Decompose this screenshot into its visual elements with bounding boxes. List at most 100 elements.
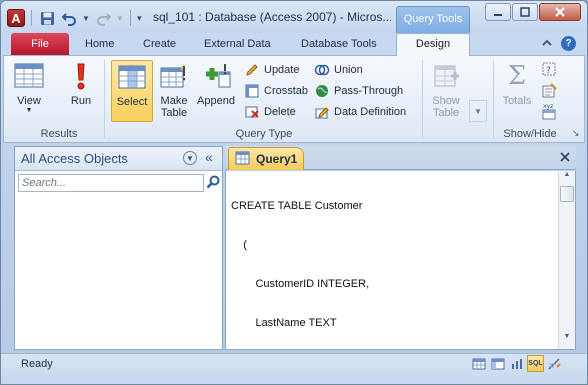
crosstab-icon bbox=[244, 83, 260, 99]
redo-icon[interactable] bbox=[94, 9, 112, 27]
qat-divider bbox=[130, 10, 131, 26]
sigma-icon: Σ bbox=[507, 61, 527, 91]
make-table-label-line1: Make bbox=[160, 95, 188, 107]
tab-create[interactable]: Create bbox=[143, 35, 176, 55]
access-app-icon[interactable]: A bbox=[7, 9, 25, 27]
pass-through-query-button[interactable]: Pass-Through bbox=[314, 82, 403, 100]
union-icon bbox=[314, 62, 330, 78]
query-tools-contextual-header: Query Tools bbox=[396, 6, 470, 33]
sql-editor[interactable]: CREATE TABLE Customer ( CustomerID INTEG… bbox=[225, 171, 576, 369]
make-table-button[interactable]: Make Table bbox=[156, 60, 192, 122]
query-tab-label: Query1 bbox=[256, 152, 298, 166]
union-query-button[interactable]: Union bbox=[314, 61, 363, 79]
datasheet-view-icon bbox=[13, 60, 45, 92]
tab-home[interactable]: Home bbox=[85, 35, 114, 55]
select-query-button[interactable]: Select bbox=[111, 60, 153, 122]
data-definition-icon bbox=[314, 104, 330, 120]
group-divider bbox=[493, 60, 494, 138]
datasheet-view-icon[interactable] bbox=[470, 355, 487, 372]
undo-dropdown-icon[interactable]: ▼ bbox=[82, 14, 90, 23]
make-table-icon bbox=[158, 60, 190, 92]
delete-label: Delete bbox=[264, 106, 296, 118]
delete-query-button[interactable]: Delete bbox=[244, 103, 296, 121]
design-view-icon[interactable] bbox=[546, 355, 563, 372]
property-sheet-button[interactable] bbox=[541, 82, 557, 100]
scroll-up-icon[interactable]: ▲ bbox=[559, 171, 575, 185]
help-icon[interactable]: ? bbox=[561, 36, 576, 51]
totals-label: Totals bbox=[502, 95, 532, 107]
totals-button[interactable]: Σ Totals bbox=[498, 60, 536, 122]
vertical-scrollbar[interactable]: ▲ ▼ bbox=[558, 171, 575, 349]
data-definition-label: Data Definition bbox=[334, 106, 407, 118]
run-button[interactable]: Run bbox=[66, 60, 96, 122]
crosstab-label: Crosstab bbox=[264, 85, 309, 97]
tab-query1[interactable]: Query1 bbox=[228, 147, 304, 170]
pass-through-label: Pass-Through bbox=[334, 85, 404, 97]
customize-qat-icon[interactable]: ▾ bbox=[137, 13, 145, 24]
search-icon[interactable] bbox=[206, 175, 222, 191]
globe-icon bbox=[314, 83, 330, 99]
parameters-button[interactable]: ? bbox=[541, 60, 557, 78]
qat-divider bbox=[31, 10, 32, 26]
svg-text:?: ? bbox=[546, 66, 551, 76]
pivottable-view-icon[interactable] bbox=[489, 355, 506, 372]
show-hide-group-label: Show/Hide bbox=[503, 128, 557, 140]
show-table-icon bbox=[430, 60, 462, 92]
tab-design[interactable]: Design bbox=[396, 33, 470, 56]
pivotchart-view-icon[interactable] bbox=[508, 355, 525, 372]
append-label: Append bbox=[197, 95, 235, 107]
run-icon bbox=[65, 60, 97, 92]
access-window: A ▼ ▼ ▾ sql_101 : Database (Access 2007)… bbox=[0, 0, 588, 385]
dialog-launcher-icon[interactable]: ↘ bbox=[572, 124, 580, 142]
sql-view-button[interactable]: SQL bbox=[527, 355, 544, 372]
table-names-button[interactable]: xyz bbox=[541, 102, 557, 120]
results-group-label: Results bbox=[40, 128, 78, 140]
nav-search-input[interactable] bbox=[18, 174, 204, 192]
query-icon bbox=[235, 151, 251, 168]
minimize-icon[interactable] bbox=[485, 3, 511, 21]
close-document-icon[interactable] bbox=[560, 149, 570, 165]
nav-pane-title[interactable]: All Access Objects bbox=[21, 151, 128, 166]
title-bar: A ▼ ▼ ▾ sql_101 : Database (Access 2007)… bbox=[1, 1, 587, 33]
append-button[interactable]: Append bbox=[194, 60, 238, 122]
property-sheet-icon bbox=[541, 83, 557, 99]
ribbon: View ▼ Run Results Select Make Table App… bbox=[3, 55, 585, 143]
query-setup-more-icon[interactable]: ▼ bbox=[469, 100, 487, 122]
parameters-icon: ? bbox=[541, 61, 557, 77]
undo-icon[interactable] bbox=[60, 9, 78, 27]
close-icon[interactable] bbox=[539, 3, 581, 21]
tab-file[interactable]: File bbox=[11, 33, 69, 55]
window-controls bbox=[485, 3, 581, 21]
table-names-icon: xyz bbox=[541, 103, 557, 120]
chevron-down-icon: ▼ bbox=[25, 107, 33, 114]
show-table-button[interactable]: Show Table bbox=[427, 60, 465, 122]
status-text: Ready bbox=[21, 358, 53, 370]
view-button[interactable]: View ▼ bbox=[12, 60, 46, 122]
ribbon-tab-row: File Home Create External Data Database … bbox=[1, 33, 587, 56]
nav-pane-header[interactable]: All Access Objects ▼ « bbox=[15, 147, 222, 171]
make-table-label-line2: Table bbox=[160, 107, 188, 119]
select-query-icon bbox=[116, 61, 148, 93]
union-label: Union bbox=[334, 64, 363, 76]
show-table-label-line2: Table bbox=[432, 107, 460, 119]
run-button-label: Run bbox=[70, 95, 92, 107]
scroll-down-icon[interactable]: ▼ bbox=[559, 333, 575, 347]
nav-pane-menu-icon[interactable]: ▼ bbox=[183, 151, 197, 165]
ribbon-minimize-icon[interactable] bbox=[541, 37, 553, 52]
tab-external-data[interactable]: External Data bbox=[204, 35, 271, 55]
query-type-group-label: Query Type bbox=[235, 128, 293, 140]
crosstab-query-button[interactable]: Crosstab bbox=[244, 82, 308, 100]
group-divider bbox=[422, 60, 423, 138]
svg-text:xyz: xyz bbox=[543, 103, 553, 110]
save-icon[interactable] bbox=[38, 9, 56, 27]
data-definition-query-button[interactable]: Data Definition bbox=[314, 103, 406, 121]
append-icon bbox=[200, 60, 232, 92]
redo-dropdown-icon[interactable]: ▼ bbox=[116, 14, 124, 23]
tab-database-tools[interactable]: Database Tools bbox=[301, 35, 377, 55]
update-query-button[interactable]: Update bbox=[244, 61, 299, 79]
shutter-bar-close-icon[interactable]: « bbox=[205, 149, 213, 165]
restore-icon[interactable] bbox=[512, 3, 538, 21]
quick-access-toolbar: A ▼ ▼ ▾ bbox=[7, 8, 145, 28]
scroll-thumb[interactable] bbox=[560, 186, 574, 202]
status-bar: Ready SQL bbox=[1, 353, 587, 384]
